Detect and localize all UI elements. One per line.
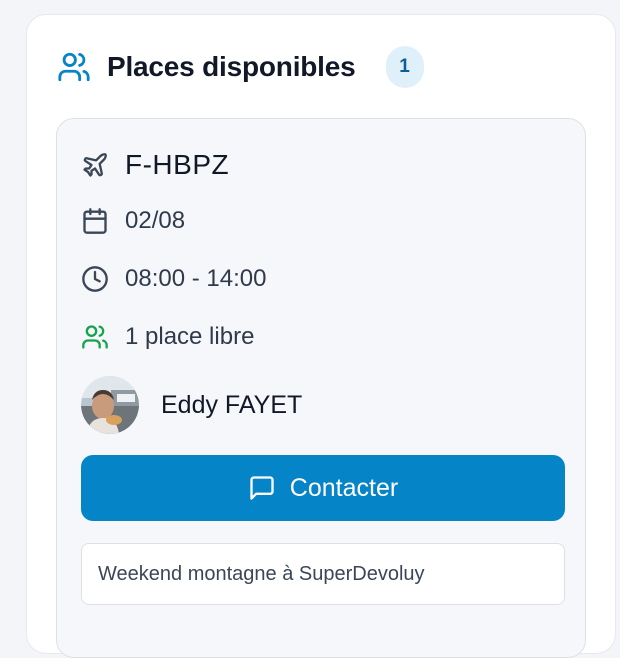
flight-date: 02/08 (125, 207, 186, 234)
panel-header: Places disponibles 1 (57, 45, 424, 89)
contact-button[interactable]: Contacter (81, 455, 565, 521)
pilot-name[interactable]: Eddy FAYET (161, 391, 302, 420)
calendar-icon (81, 207, 109, 235)
count-badge: 1 (385, 46, 424, 88)
seat-listing-card[interactable]: F-HBPZ 02/08 08:00 - 14:00 1 place libre… (56, 118, 586, 658)
listing-note: Weekend montagne à SuperDevoluy (81, 543, 565, 605)
clock-icon (81, 265, 109, 293)
aircraft-registration: F-HBPZ (125, 149, 230, 180)
message-square-icon (248, 474, 276, 502)
date-row: 02/08 (81, 203, 185, 239)
aircraft-row: F-HBPZ (81, 147, 229, 183)
free-seats-text: 1 place libre (125, 323, 255, 350)
flight-time: 08:00 - 14:00 (125, 265, 267, 292)
panel-title: Places disponibles (107, 51, 356, 82)
seats-row: 1 place libre (81, 319, 254, 355)
pilot-row[interactable]: Eddy FAYET (81, 375, 302, 435)
users-icon (57, 50, 91, 84)
time-row: 08:00 - 14:00 (81, 261, 266, 297)
pilot-avatar[interactable] (81, 376, 139, 434)
plane-icon (81, 151, 109, 179)
available-seats-panel: Places disponibles 1 F-HBPZ 02/08 08:00 … (26, 14, 616, 658)
users-icon (81, 323, 109, 351)
contact-button-label: Contacter (289, 473, 399, 502)
